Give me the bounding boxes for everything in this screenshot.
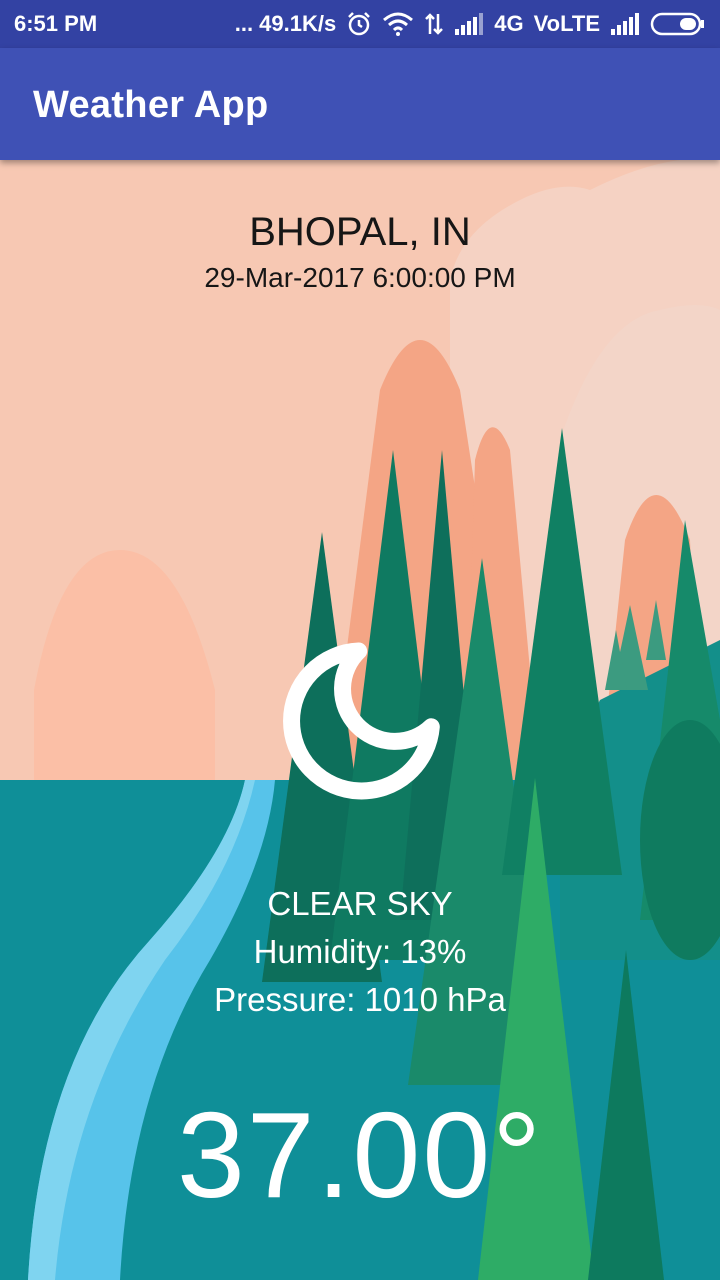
battery-icon xyxy=(650,11,706,37)
weather-condition: CLEAR SKY xyxy=(267,885,453,922)
status-time: 6:51 PM xyxy=(14,11,98,36)
app-bar: Weather App xyxy=(0,48,720,160)
clear-night-moon-icon xyxy=(283,642,440,800)
network-speed: ... 49.1K/s xyxy=(234,11,337,36)
humidity-label: Humidity: 13% xyxy=(253,933,467,970)
network-type: 4G xyxy=(494,11,524,36)
status-bar: 6:51 PM ... 49.1K/s 4G VoLTE xyxy=(0,0,720,48)
data-transfer-icon xyxy=(424,12,444,36)
pressure-label: Pressure: 1010 hPa xyxy=(214,981,506,1018)
volte-label: VoLTE xyxy=(533,11,600,36)
temperature-value: 37.00° xyxy=(176,1087,544,1223)
date-time: 29-Mar-2017 6:00:00 PM xyxy=(204,262,516,293)
app-title: Weather App xyxy=(33,84,269,126)
alarm-icon xyxy=(346,11,372,37)
weather-content: BHOPAL, IN 29-Mar-2017 6:00:00 PM CLEAR … xyxy=(0,160,720,1280)
city-name: BHOPAL, IN xyxy=(249,210,471,254)
wifi-icon xyxy=(382,12,414,36)
signal-icon-1 xyxy=(454,13,484,35)
signal-icon-2 xyxy=(610,13,640,35)
